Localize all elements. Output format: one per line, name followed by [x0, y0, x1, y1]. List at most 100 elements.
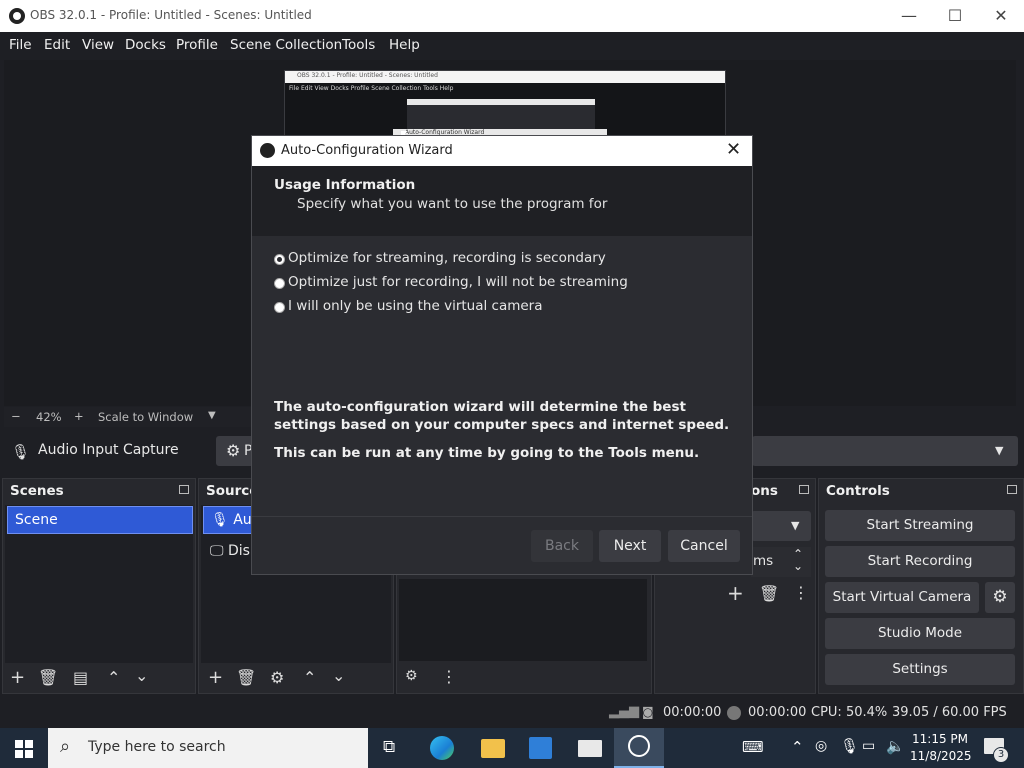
- network-icon[interactable]: ▭: [862, 738, 875, 754]
- microphone-tray-icon[interactable]: 🎙: [840, 737, 859, 755]
- transition-select[interactable]: ▼: [751, 511, 811, 541]
- add-source-icon[interactable]: +: [208, 667, 223, 688]
- more-vertical-icon[interactable]: ⋮: [441, 667, 457, 686]
- stream-time: 00:00:00: [663, 705, 722, 720]
- studio-mode-button[interactable]: Studio Mode: [825, 618, 1015, 649]
- selected-source-label: Audio Input Capture: [38, 442, 179, 458]
- mixer-area: [399, 579, 647, 661]
- start-streaming-button[interactable]: Start Streaming: [825, 510, 1015, 541]
- taskbar-search-box[interactable]: ⌕ Type here to search: [48, 728, 368, 768]
- microsoft-store-icon[interactable]: [529, 737, 552, 759]
- cancel-button[interactable]: Cancel: [668, 530, 740, 562]
- close-button[interactable]: ✕: [978, 0, 1024, 32]
- start-recording-button[interactable]: Start Recording: [825, 546, 1015, 577]
- move-down-icon[interactable]: ⌄: [135, 666, 148, 685]
- zoom-in-button[interactable]: +: [74, 409, 84, 423]
- mail-icon[interactable]: [578, 740, 602, 757]
- nested-title: OBS 32.0.1 - Profile: Untitled - Scenes:…: [297, 72, 438, 79]
- dialog-title: Auto-Configuration Wizard: [281, 143, 453, 158]
- obs-logo-icon: [9, 8, 25, 24]
- add-scene-icon[interactable]: +: [10, 667, 25, 688]
- trash-icon[interactable]: 🗑: [759, 584, 779, 603]
- source-properties-button[interactable]: ⚙ P: [216, 436, 256, 466]
- filter-icon[interactable]: ▤: [73, 668, 88, 687]
- menu-file[interactable]: File: [9, 37, 32, 53]
- dialog-close-icon[interactable]: ✕: [726, 139, 741, 160]
- radio-virtual-camera[interactable]: [274, 302, 285, 313]
- radio-streaming[interactable]: [274, 254, 285, 265]
- spin-down-icon[interactable]: ⌄: [793, 559, 803, 573]
- obs-logo-icon: [260, 143, 275, 158]
- next-button[interactable]: Next: [599, 530, 661, 562]
- zoom-value: 42%: [36, 410, 62, 424]
- add-transition-icon[interactable]: +: [727, 581, 744, 605]
- move-up-icon[interactable]: ⌃: [303, 668, 316, 687]
- record-icon: [727, 706, 741, 720]
- source-combo-box[interactable]: ▼: [752, 436, 1018, 466]
- radio-recording[interactable]: [274, 278, 285, 289]
- windows-start-icon[interactable]: [15, 740, 33, 758]
- back-button[interactable]: Back: [531, 530, 593, 562]
- minimize-button[interactable]: —: [886, 0, 932, 32]
- dialog-title-bar: Auto-Configuration Wizard ✕: [252, 136, 752, 166]
- scale-mode-label[interactable]: Scale to Window: [98, 410, 193, 424]
- title-bar: OBS 32.0.1 - Profile: Untitled - Scenes:…: [0, 0, 1024, 32]
- scenes-toolbar: + 🗑 ▤ ⌃ ⌄: [3, 663, 195, 693]
- gear-icon[interactable]: ⚙: [270, 668, 284, 687]
- volume-icon[interactable]: 🔈: [886, 737, 905, 755]
- nested-preview-image: OBS 32.0.1 - Profile: Untitled - Scenes:…: [284, 70, 726, 138]
- move-down-icon[interactable]: ⌄: [332, 666, 345, 685]
- trash-icon[interactable]: 🗑: [38, 668, 58, 687]
- menu-scene-collection[interactable]: Scene Collection: [230, 37, 342, 53]
- gear-icon: ⚙: [226, 441, 241, 460]
- menu-edit[interactable]: Edit: [44, 37, 70, 53]
- virtual-camera-settings-gear-icon[interactable]: ⚙: [985, 582, 1015, 613]
- more-vertical-icon[interactable]: ⋮: [793, 583, 809, 602]
- chevron-up-icon[interactable]: ⌃: [791, 738, 804, 756]
- advanced-audio-icon[interactable]: ⚙: [405, 668, 418, 684]
- menu-profile[interactable]: Profile: [176, 37, 218, 53]
- usage-information-subheading: Specify what you want to use the program…: [297, 196, 608, 212]
- monitor-icon: 🖵: [210, 543, 228, 559]
- scene-item[interactable]: Scene: [7, 506, 193, 534]
- status-bar: ▂▄▆ ◙ 00:00:00 00:00:00 CPU: 50.4% 39.05…: [0, 698, 1024, 728]
- clock[interactable]: 11:15 PM 11/8/2025: [910, 731, 972, 765]
- mixer-toolbar: ⚙ ⋮: [397, 663, 651, 693]
- fps-readout: 39.05 / 60.00 FPS: [892, 705, 1007, 720]
- window-title: OBS 32.0.1 - Profile: Untitled - Scenes:…: [30, 8, 312, 22]
- scenes-dock: Scenes Scene + 🗑 ▤ ⌃ ⌄: [2, 478, 196, 694]
- trash-icon[interactable]: 🗑: [236, 668, 256, 687]
- undock-icon[interactable]: [1007, 485, 1017, 494]
- signal-bars-icon: ▂▄▆: [609, 704, 639, 719]
- dialog-header: Usage Information Specify what you want …: [252, 166, 752, 236]
- microphone-icon: 🎙: [211, 512, 234, 528]
- keyboard-icon[interactable]: ⌨: [742, 738, 764, 756]
- scale-dropdown-icon[interactable]: ▼: [208, 410, 216, 421]
- menu-bar: File Edit View Docks Profile Scene Colle…: [0, 32, 1024, 58]
- maximize-button[interactable]: ☐: [932, 0, 978, 32]
- wizard-tools-hint: This can be run at any time by going to …: [274, 445, 700, 461]
- menu-view[interactable]: View: [82, 37, 114, 53]
- controls-dock-title: Controls: [826, 483, 890, 499]
- menu-tools[interactable]: Tools: [342, 37, 375, 53]
- undock-icon[interactable]: [799, 485, 809, 494]
- obs-tray-icon[interactable]: ◎: [815, 738, 827, 754]
- task-view-icon[interactable]: ⧉: [383, 737, 395, 757]
- zoom-out-button[interactable]: −: [11, 409, 21, 423]
- settings-button[interactable]: Settings: [825, 654, 1015, 685]
- dialog-divider: [252, 516, 752, 517]
- undock-icon[interactable]: [179, 485, 189, 494]
- clock-time: 11:15 PM: [912, 732, 968, 746]
- edge-browser-icon[interactable]: [430, 736, 454, 760]
- start-virtual-camera-button[interactable]: Start Virtual Camera: [825, 582, 979, 613]
- obs-taskbar-button[interactable]: [614, 728, 664, 768]
- transition-duration[interactable]: ms ⌃ ⌄: [751, 547, 811, 577]
- wizard-info-text: The auto-configuration wizard will deter…: [274, 399, 730, 433]
- scenes-dock-title: Scenes: [10, 483, 64, 499]
- menu-docks[interactable]: Docks: [125, 37, 166, 53]
- menu-help[interactable]: Help: [389, 37, 420, 53]
- move-up-icon[interactable]: ⌃: [107, 668, 120, 687]
- obs-icon: [628, 735, 650, 757]
- file-explorer-icon[interactable]: [481, 739, 505, 758]
- usage-information-heading: Usage Information: [274, 177, 416, 193]
